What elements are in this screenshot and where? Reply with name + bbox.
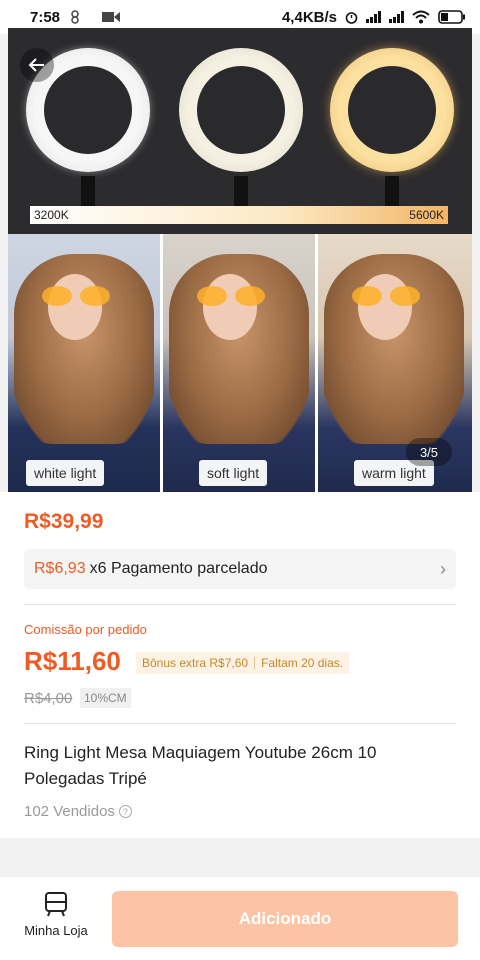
battery-icon xyxy=(438,10,465,24)
sunglasses xyxy=(197,286,267,306)
commission-label: Comissão por pedido xyxy=(24,622,147,637)
bonus-badge: Bônus extra R$7,60 Faltam 20 dias. xyxy=(136,652,350,674)
face-shape xyxy=(203,274,257,340)
bottom-action-bar: Minha Loja Adicionado xyxy=(0,876,480,960)
notification-icon xyxy=(71,10,79,24)
photo-label-white: white light xyxy=(26,460,105,486)
old-commission: R$4,00 xyxy=(24,690,73,707)
bonus-separator xyxy=(254,657,256,669)
face-shape xyxy=(48,274,102,340)
help-icon[interactable]: ? xyxy=(118,805,132,818)
installment-text: x6 Pagamento parcelado xyxy=(89,560,268,577)
arrow-left-icon xyxy=(28,58,44,72)
product-info-card: R$39,99 R$6,93 x6 Pagamento parcelado › … xyxy=(0,492,480,838)
chevron-right-icon: › xyxy=(440,558,446,579)
alarm-icon xyxy=(345,11,358,24)
bonus-text: Bônus extra R$7,60 xyxy=(142,656,249,670)
ring-stand xyxy=(385,176,399,206)
store-icon xyxy=(45,892,67,917)
warm-ring-light xyxy=(330,48,454,172)
days-left-text: Faltam 20 dias. xyxy=(261,656,344,670)
model-photo-soft: soft light xyxy=(163,234,315,492)
commission-rate-badge: 10%CM xyxy=(80,688,131,708)
clock: 7:58 xyxy=(30,8,61,26)
divider xyxy=(24,604,456,605)
my-store-button[interactable]: Minha Loja xyxy=(16,891,96,947)
added-button[interactable]: Adicionado xyxy=(112,891,458,947)
model-photo-white: white light xyxy=(8,234,160,492)
network-speed: 4,4KB/s xyxy=(281,8,337,26)
color-temperature-bar: 3200K 5600K xyxy=(30,206,448,224)
sunglasses xyxy=(42,286,112,306)
temp-min-label: 3200K xyxy=(34,208,69,222)
sold-text: 102 Vendidos xyxy=(24,803,115,820)
ring-stand xyxy=(81,176,95,206)
sold-count: 102 Vendidos ? xyxy=(24,803,132,820)
sunglasses xyxy=(352,286,422,306)
signal-icon xyxy=(366,11,381,23)
image-counter: 3/5 xyxy=(406,438,452,466)
back-button[interactable] xyxy=(20,48,54,82)
my-store-label: Minha Loja xyxy=(24,923,88,938)
video-camera-icon xyxy=(102,12,121,22)
commission-value: R$11,60 xyxy=(24,646,121,676)
divider xyxy=(24,723,456,724)
ring-light-image: 3200K 5600K xyxy=(8,28,472,234)
soft-ring-light xyxy=(179,48,303,172)
product-price: R$39,99 xyxy=(24,510,104,533)
product-image-gallery[interactable]: 3200K 5600K white light soft light warm … xyxy=(8,28,472,492)
signal-icon-2 xyxy=(389,11,404,23)
temp-max-label: 5600K xyxy=(409,208,444,222)
photo-label-soft: soft light xyxy=(199,460,268,486)
ring-stand xyxy=(234,176,248,206)
wifi-icon xyxy=(412,10,430,24)
installment-amount: R$6,93 xyxy=(34,560,86,577)
installment-row[interactable]: R$6,93 x6 Pagamento parcelado › xyxy=(24,549,456,589)
product-title: Ring Light Mesa Maquiagem Youtube 26cm 1… xyxy=(24,743,377,788)
face-shape xyxy=(358,274,412,340)
